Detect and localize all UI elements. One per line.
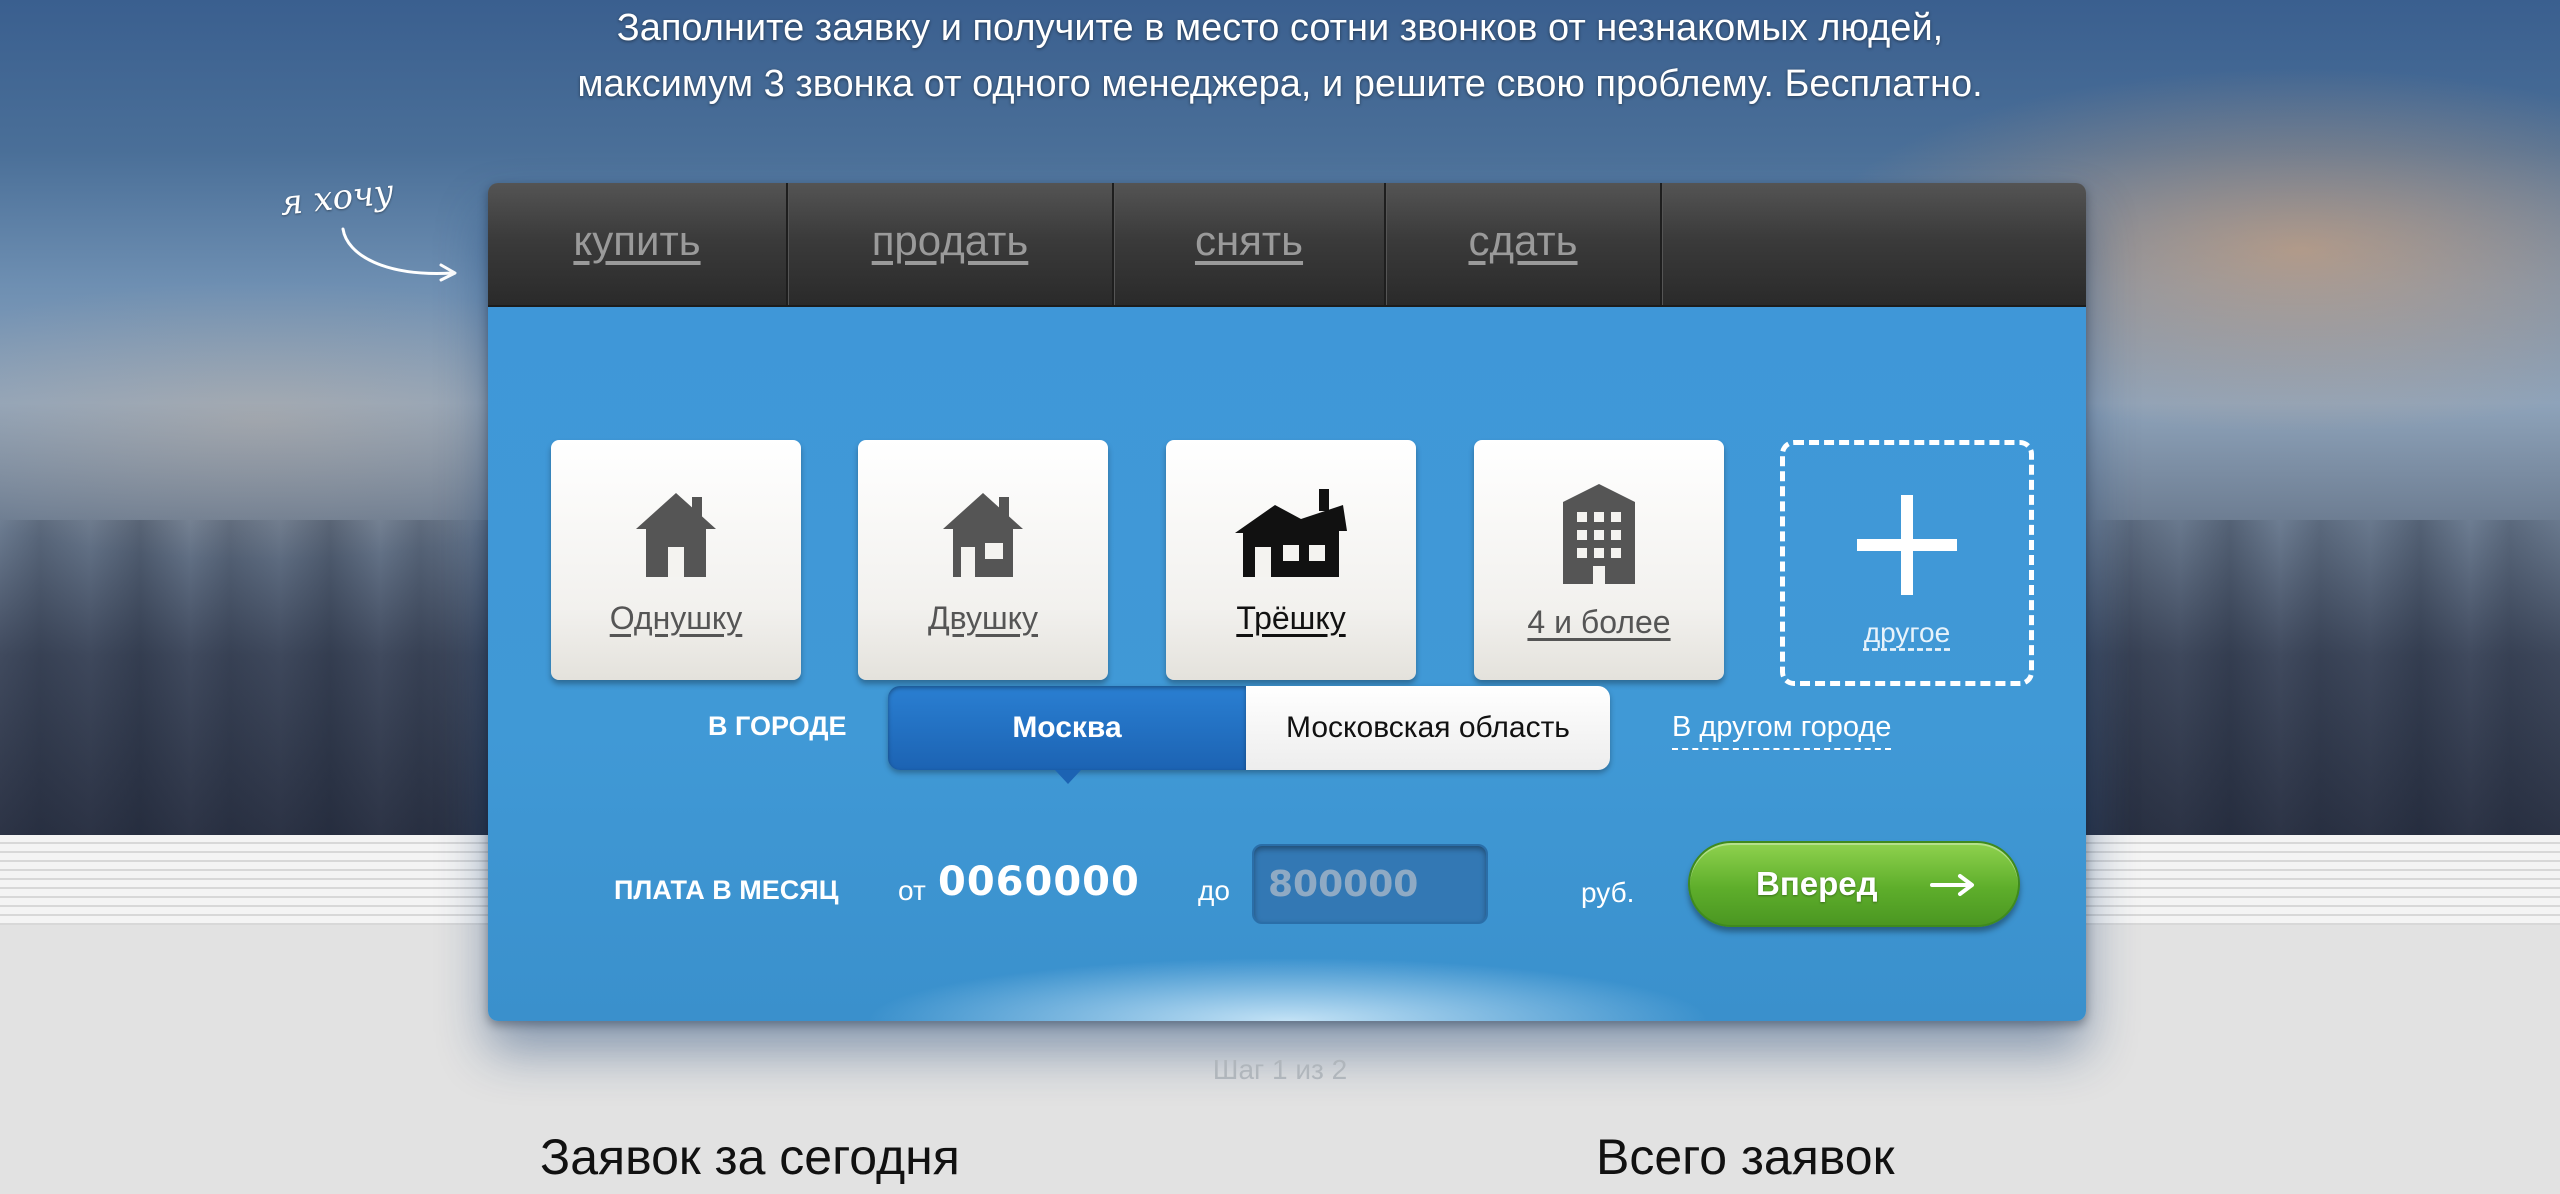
property-card-label: Трёшку — [1236, 600, 1346, 636]
step-indicator: Шаг 1 из 2 — [1212, 1054, 1348, 1085]
building-icon — [1563, 484, 1635, 584]
stat-total-label: Всего заявок — [1596, 1129, 1895, 1185]
property-card-label: 4 и более — [1527, 604, 1671, 640]
request-form-panel: купить продать снять сдать Однушку Двушк… — [488, 183, 2086, 1021]
intro-line-1: Заполните заявку и получите в место сотн… — [616, 7, 1944, 49]
house-two-icon — [943, 493, 1023, 577]
tab-let[interactable]: сдать — [1386, 183, 1662, 305]
fee-to-label: до — [1198, 875, 1230, 906]
house-small-icon — [636, 493, 716, 577]
city-option-moscow[interactable]: Москва — [888, 686, 1246, 784]
next-button[interactable]: Вперед — [1688, 841, 2020, 927]
property-card-label: Однушку — [609, 600, 743, 636]
property-card-other-label: другое — [1863, 617, 1951, 648]
property-card-two-room[interactable]: Двушку — [858, 440, 1108, 680]
city-switch: Москва Московская область — [888, 686, 1610, 784]
plus-icon — [1857, 495, 1957, 595]
intro-text: Заполните заявку и получите в место сотн… — [0, 0, 2560, 112]
tab-rent[interactable]: снять — [1114, 183, 1386, 305]
property-card-three-room[interactable]: Трёшку — [1166, 440, 1416, 680]
tab-buy[interactable]: купить — [488, 183, 788, 305]
city-label: В ГОРОДЕ — [708, 711, 847, 741]
fee-to-input[interactable] — [1252, 844, 1488, 924]
curved-arrow-icon — [341, 227, 457, 282]
arrow-right-icon — [1930, 874, 1974, 896]
currency-label: руб. — [1581, 877, 1635, 908]
property-card-other[interactable]: другое — [1780, 440, 2034, 686]
tab-sell[interactable]: продать — [788, 183, 1114, 305]
property-card-label: Двушку — [928, 600, 1038, 636]
intro-line-2: максимум 3 звонка от одного менеджера, и… — [577, 63, 1983, 105]
other-city-link[interactable]: В другом городе — [1672, 711, 1892, 750]
house-three-icon — [1235, 489, 1347, 577]
stat-today-label: Заявок за сегодня — [540, 1129, 960, 1185]
fee-from-label: от — [898, 875, 926, 906]
fee-from-input[interactable] — [938, 859, 1158, 905]
action-tabs: купить продать снять сдать — [488, 183, 2086, 307]
property-card-four-plus[interactable]: 4 и более — [1474, 440, 1724, 680]
property-card-one-room[interactable]: Однушку — [551, 440, 801, 680]
monthly-fee-label: ПЛАТА В МЕСЯЦ — [614, 875, 839, 905]
next-button-label: Вперед — [1756, 865, 1878, 902]
city-option-moscow-region[interactable]: Московская область — [1246, 686, 1610, 770]
